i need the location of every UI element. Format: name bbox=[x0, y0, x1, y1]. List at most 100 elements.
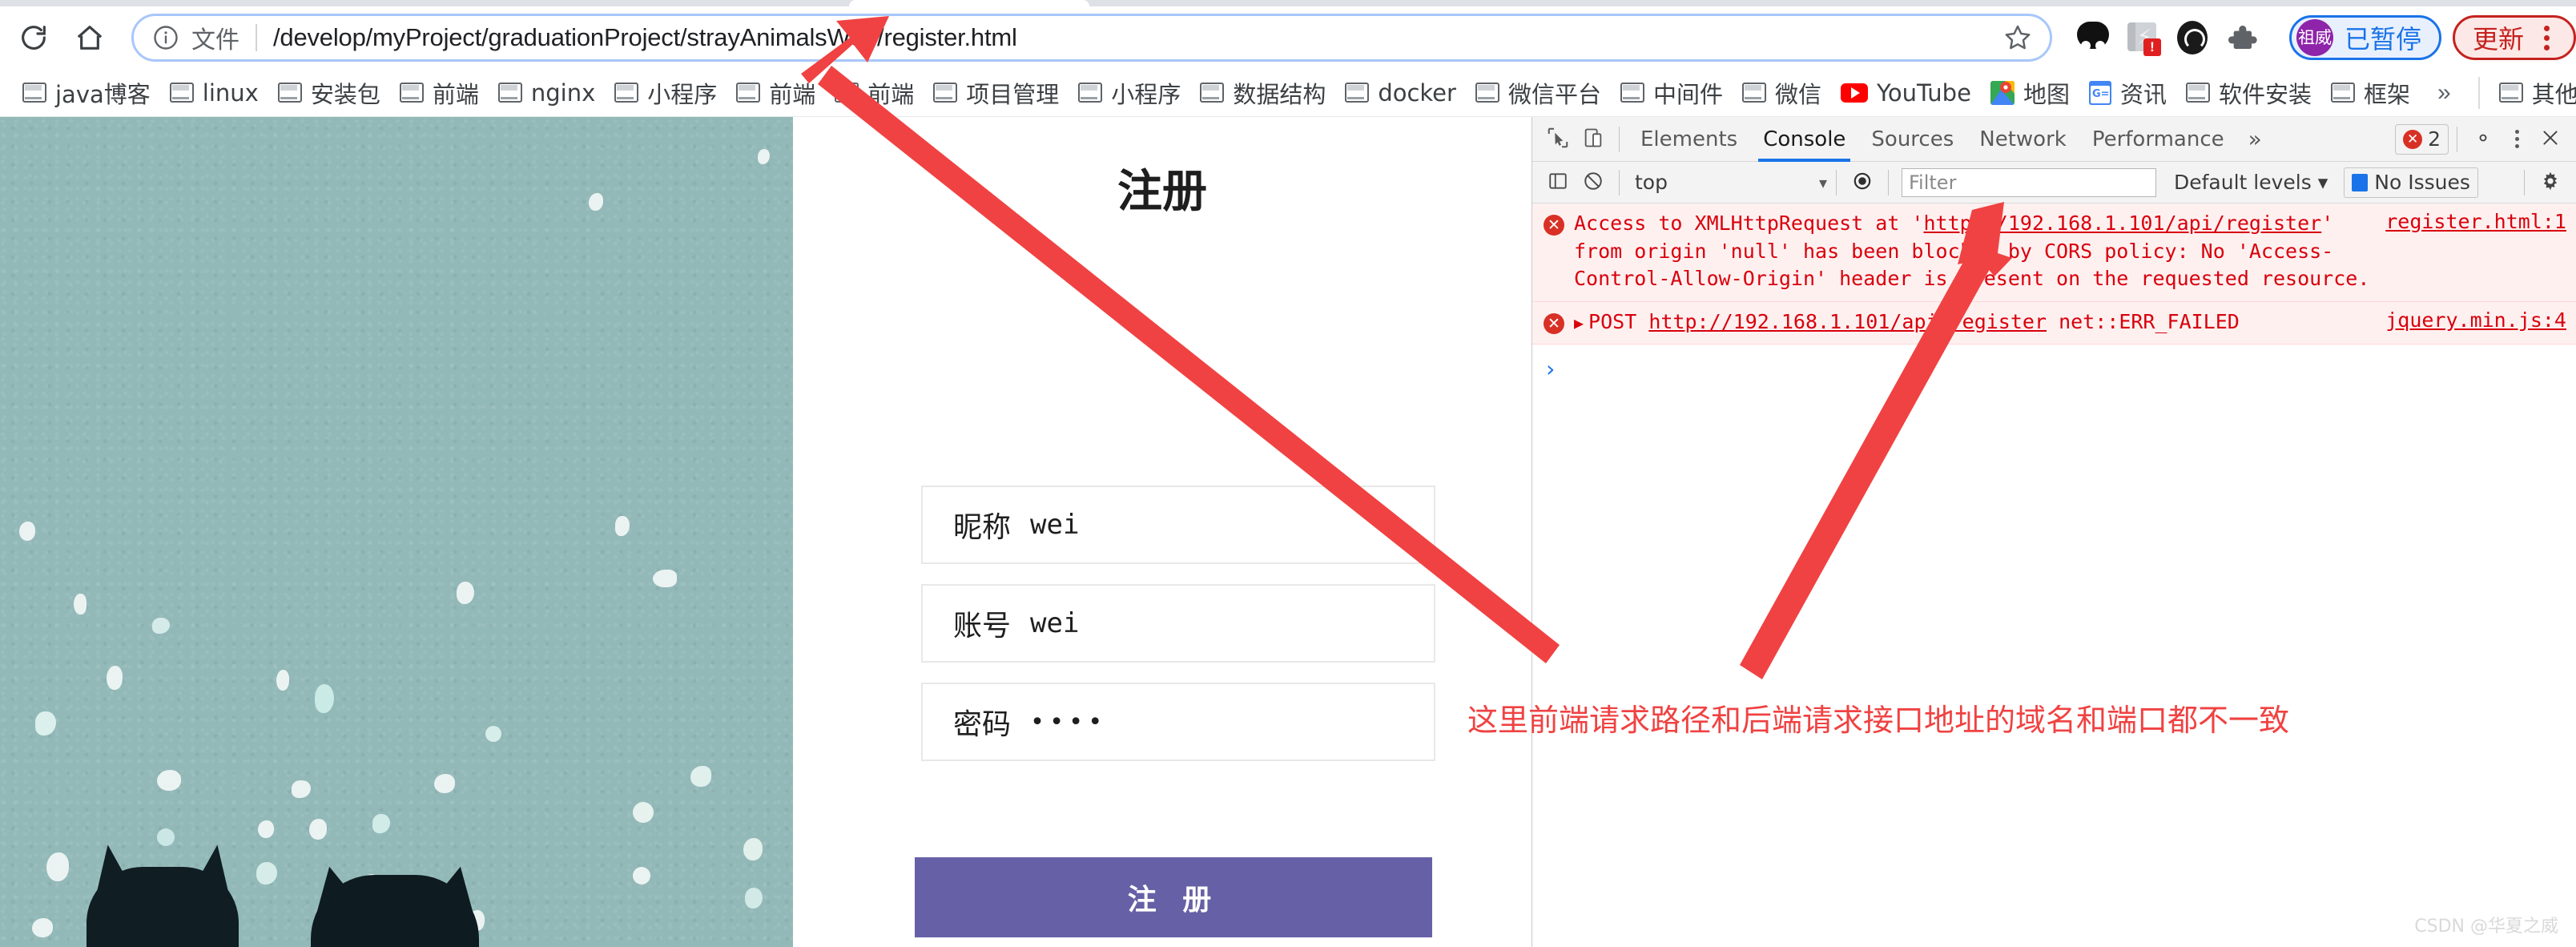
msg-link[interactable]: http://192.168.1.101/api/register bbox=[1924, 212, 2322, 235]
tab-elements[interactable]: Elements bbox=[1628, 117, 1750, 162]
bookmark-label: 数据结构 bbox=[1233, 80, 1326, 108]
reload-icon bbox=[18, 22, 50, 54]
folder-icon bbox=[933, 83, 958, 103]
msg-link[interactable]: http://192.168.1.101/api/register bbox=[1648, 310, 2047, 333]
log-levels-dropdown[interactable]: Default levels ▾ bbox=[2174, 171, 2328, 194]
live-expression-icon bbox=[1852, 171, 1873, 195]
console-settings-button[interactable] bbox=[2533, 165, 2568, 200]
live-expression-button[interactable] bbox=[1845, 165, 1880, 200]
bookmark-item[interactable]: nginx bbox=[489, 74, 605, 112]
extensions-button[interactable] bbox=[2217, 13, 2267, 62]
other-bookmarks-button[interactable]: 其他书签 bbox=[2489, 74, 2576, 112]
console-message-source[interactable]: register.html:1 bbox=[2385, 210, 2566, 233]
bookmark-item[interactable]: 安装包 bbox=[268, 74, 390, 112]
kebab-menu-icon[interactable] bbox=[2532, 25, 2561, 50]
reload-button[interactable] bbox=[11, 15, 56, 60]
bookmark-label: 框架 bbox=[2363, 80, 2410, 108]
password-field[interactable]: 密码 •••• bbox=[921, 683, 1435, 761]
console-error-message[interactable]: ✕ Access to XMLHttpRequest at 'http://19… bbox=[1532, 204, 2576, 302]
close-icon bbox=[2540, 127, 2561, 151]
bookmark-item[interactable]: 小程序 bbox=[605, 74, 727, 112]
password-input[interactable]: •••• bbox=[1030, 708, 1107, 736]
bookmark-item[interactable]: linux bbox=[160, 74, 268, 112]
error-count-badge[interactable]: ✕ 2 bbox=[2395, 123, 2449, 155]
folder-icon bbox=[277, 83, 302, 103]
register-submit-button[interactable]: 注 册 bbox=[915, 857, 1432, 937]
lightning-extension-button[interactable]: ⚡ ! bbox=[2118, 13, 2167, 62]
register-form: 注册 昵称 wei 账号 wei 密码 •••• 注 册 bbox=[793, 117, 1532, 947]
gear-icon bbox=[2472, 127, 2494, 152]
bookmark-label: 软件安装 bbox=[2218, 80, 2312, 108]
bookmark-item[interactable]: java博客 bbox=[13, 74, 160, 112]
browser-toolbar: 文件 /develop/myProject/graduationProject/… bbox=[0, 6, 2576, 69]
update-label: 更新 bbox=[2472, 24, 2524, 54]
folder-icon bbox=[2498, 83, 2523, 103]
console-error-message[interactable]: ✕ ▶ POST http://192.168.1.101/api/registe… bbox=[1532, 301, 2576, 345]
bookmark-label: YouTube bbox=[1877, 79, 1971, 107]
profile-button[interactable]: 祖威 已暂停 bbox=[2288, 15, 2441, 60]
devtools-close-button[interactable] bbox=[2533, 122, 2568, 157]
tab-sources[interactable]: Sources bbox=[1858, 117, 1966, 162]
bookmark-item[interactable]: 前端 bbox=[727, 74, 825, 112]
home-button[interactable] bbox=[67, 15, 112, 60]
bookmark-item[interactable]: 数据结构 bbox=[1190, 74, 1335, 112]
bookmark-item[interactable]: 中间件 bbox=[1611, 74, 1733, 112]
console-filter-input[interactable] bbox=[1902, 167, 2156, 197]
console-sidebar-icon bbox=[1548, 171, 1568, 195]
tab-performance[interactable]: Performance bbox=[2079, 117, 2237, 162]
inspect-element-button[interactable] bbox=[1540, 122, 1576, 157]
issues-status-chip[interactable]: No Issues bbox=[2344, 167, 2478, 198]
bookmark-item[interactable]: 前端 bbox=[825, 74, 924, 112]
console-sidebar-button[interactable] bbox=[1540, 165, 1576, 200]
account-field[interactable]: 账号 wei bbox=[921, 584, 1435, 663]
bookmark-item[interactable]: 小程序 bbox=[1069, 74, 1190, 112]
devtools-divider bbox=[1619, 126, 1620, 152]
tab-console[interactable]: Console bbox=[1750, 117, 1858, 162]
update-button[interactable]: 更新 bbox=[2452, 15, 2576, 60]
active-tab[interactable] bbox=[849, 0, 1089, 6]
error-circle-icon: ✕ bbox=[1544, 312, 1564, 334]
dark-circle-extension-icon bbox=[2176, 21, 2208, 54]
dark-circle-extension-button[interactable] bbox=[2167, 13, 2217, 62]
bookmark-item[interactable]: 项目管理 bbox=[924, 74, 1069, 112]
bookmark-item[interactable]: docker bbox=[1335, 74, 1466, 112]
bookmark-item[interactable]: 微信平台 bbox=[1466, 74, 1611, 112]
cat-silhouette bbox=[87, 867, 239, 947]
device-toolbar-button[interactable] bbox=[1576, 122, 1611, 157]
bookmark-item[interactable]: 微信 bbox=[1733, 74, 1831, 112]
bookmark-item-youtube[interactable]: YouTube bbox=[1831, 74, 1981, 112]
devtools-settings-button[interactable] bbox=[2465, 122, 2501, 157]
gear-icon bbox=[2540, 171, 2561, 195]
address-bar[interactable]: 文件 /develop/myProject/graduationProject/… bbox=[131, 14, 2052, 62]
url-text[interactable]: /develop/myProject/graduationProject/str… bbox=[273, 23, 1017, 52]
devtools-menu-button[interactable] bbox=[2501, 130, 2533, 148]
folder-icon bbox=[399, 83, 424, 103]
nickname-field[interactable]: 昵称 wei bbox=[921, 486, 1435, 564]
bookmark-item[interactable]: 框架 bbox=[2321, 74, 2420, 112]
console-message-source[interactable]: jquery.min.js:4 bbox=[2385, 308, 2566, 332]
bookmarks-overflow-button[interactable]: » bbox=[2420, 79, 2469, 107]
bookmark-star-icon[interactable] bbox=[2002, 22, 2034, 54]
console-prompt[interactable]: › bbox=[1532, 345, 2576, 393]
bookmark-item[interactable]: 前端 bbox=[390, 74, 489, 112]
omnibox-divider bbox=[256, 24, 257, 51]
bookmark-label: docker bbox=[1378, 79, 1456, 107]
glasses-extension-button[interactable] bbox=[2068, 13, 2118, 62]
expand-triangle-icon[interactable]: ▶ bbox=[1574, 312, 1584, 335]
nickname-input[interactable]: wei bbox=[1030, 509, 1079, 541]
account-input[interactable]: wei bbox=[1030, 607, 1079, 639]
bookmarks-divider bbox=[2477, 76, 2480, 109]
bookmark-item-maps[interactable]: 地图 bbox=[1981, 74, 2079, 112]
tab-network[interactable]: Network bbox=[1966, 117, 2079, 162]
clear-console-button[interactable] bbox=[1576, 165, 1611, 200]
execution-context-select[interactable]: top ▾ bbox=[1628, 168, 1828, 197]
devtools-panel: Elements Console Sources Network Perform… bbox=[1532, 117, 2576, 947]
folder-icon bbox=[1200, 83, 1225, 103]
bookmark-label: 小程序 bbox=[647, 80, 718, 108]
bookmark-label: 安装包 bbox=[310, 80, 380, 108]
google-maps-icon bbox=[1990, 80, 2015, 105]
bookmark-item[interactable]: 软件安装 bbox=[2176, 74, 2321, 112]
info-circle-icon[interactable] bbox=[151, 23, 180, 52]
more-tabs-button[interactable]: » bbox=[2237, 126, 2273, 152]
bookmark-item-news[interactable]: 资讯 bbox=[2079, 74, 2176, 112]
